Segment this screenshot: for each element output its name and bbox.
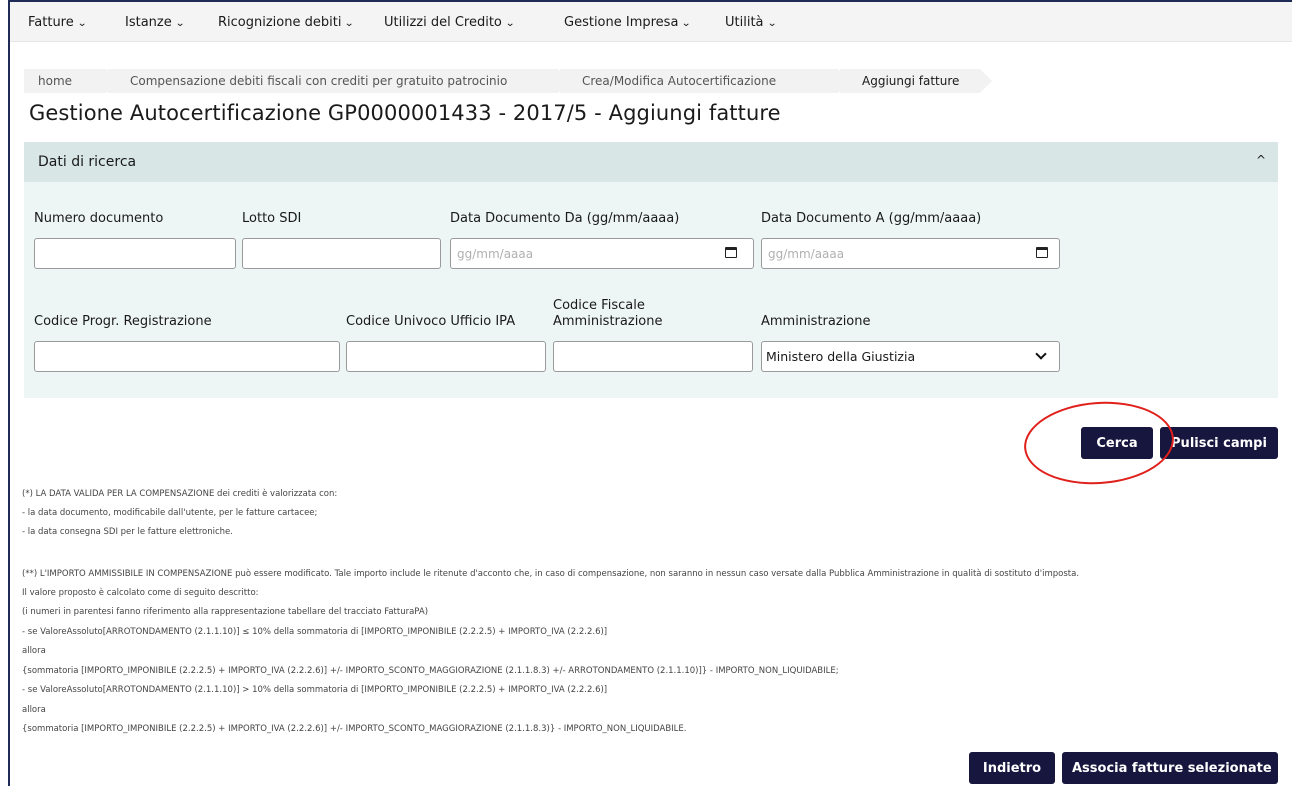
chevron-down-icon: ⌄: [766, 18, 777, 29]
codice-progr-registrazione-label: Codice Progr. Registrazione: [34, 314, 212, 329]
chevron-down-icon: ⌄: [344, 18, 355, 29]
codice-fiscale-label-line1: Codice Fiscale: [553, 298, 645, 313]
data-documento-a-label: Data Documento A (gg/mm/aaaa): [761, 211, 982, 226]
note-line: Il valore proposto è calcolato come di s…: [22, 588, 259, 598]
search-panel-header[interactable]: Dati di ricerca ^: [24, 142, 1278, 182]
menu-ricognizione-debiti[interactable]: Ricognizione debiti ⌄: [218, 15, 355, 30]
menu-label: Istanze: [125, 15, 172, 30]
calendar-icon[interactable]: [1036, 247, 1048, 258]
note-line: - se ValoreAssoluto[ARROTONDAMENTO (2.1.…: [22, 627, 608, 637]
menu-utilita[interactable]: Utilità ⌄: [725, 15, 777, 30]
note-line: allora: [22, 646, 46, 656]
note-line: {sommatoria [IMPORTO_IMPONIBILE (2.2.2.5…: [22, 724, 687, 734]
chevron-up-icon[interactable]: ^: [1256, 153, 1266, 167]
chevron-down-icon: ⌄: [505, 18, 516, 29]
menu-label: Utilità: [725, 15, 764, 30]
numero-documento-input[interactable]: [34, 238, 236, 269]
note-line: (i numeri in parentesi fanno riferimento…: [22, 607, 429, 617]
data-documento-da-input[interactable]: [450, 238, 754, 269]
data-documento-da-label: Data Documento Da (gg/mm/aaaa): [450, 211, 680, 226]
codice-fiscale-label-line2: Amministrazione: [553, 314, 663, 329]
menu-label: Gestione Impresa: [564, 15, 679, 30]
cerca-button[interactable]: Cerca: [1081, 427, 1153, 459]
menu-utilizzi-credito[interactable]: Utilizzi del Credito ⌄: [384, 15, 516, 30]
data-documento-a-input[interactable]: [761, 238, 1060, 269]
associa-fatture-button[interactable]: Associa fatture selezionate: [1062, 752, 1278, 784]
pulisci-campi-button[interactable]: Pulisci campi: [1160, 427, 1278, 459]
calendar-icon[interactable]: [725, 247, 737, 258]
note-line: {sommatoria [IMPORTO_IMPONIBILE (2.2.2.5…: [22, 666, 839, 676]
breadcrumb-compensazione[interactable]: Compensazione debiti fiscali con crediti…: [106, 69, 570, 93]
codice-progr-registrazione-input[interactable]: [34, 341, 340, 372]
menu-label: Fatture: [28, 15, 74, 30]
numero-documento-label: Numero documento: [34, 211, 164, 226]
chevron-down-icon: ⌄: [681, 18, 692, 29]
note-line: - la data documento, modificabile dall'u…: [22, 508, 318, 518]
menu-gestione-impresa[interactable]: Gestione Impresa ⌄: [564, 15, 692, 30]
chevron-down-icon: ⌄: [76, 18, 87, 29]
lotto-sdi-input[interactable]: [242, 238, 441, 269]
amministrazione-label: Amministrazione: [761, 314, 871, 329]
breadcrumb-home[interactable]: home: [24, 69, 118, 93]
breadcrumb-crea-modifica[interactable]: Crea/Modifica Autocertificazione: [558, 69, 850, 93]
note-line: allora: [22, 705, 46, 715]
amministrazione-select[interactable]: Ministero della Giustizia: [761, 341, 1060, 372]
note-line: - la data consegna SDI per le fatture el…: [22, 527, 233, 537]
chevron-down-icon: ⌄: [174, 18, 185, 29]
chevron-down-icon: [1035, 348, 1047, 360]
note-line: (**) L'IMPORTO AMMISSIBILE IN COMPENSAZI…: [22, 569, 1080, 579]
menu-fatture[interactable]: Fatture ⌄: [28, 15, 87, 30]
breadcrumb-aggiungi-fatture: Aggiungi fatture: [838, 69, 992, 93]
codice-univoco-ipa-label: Codice Univoco Ufficio IPA: [346, 314, 516, 329]
menu-istanze[interactable]: Istanze ⌄: [125, 15, 185, 30]
lotto-sdi-label: Lotto SDI: [242, 211, 302, 226]
codice-fiscale-amministrazione-label: Codice Fiscale Amministrazione: [553, 298, 663, 330]
note-line: (*) LA DATA VALIDA PER LA COMPENSAZIONE …: [22, 489, 338, 499]
note-line: - se ValoreAssoluto[ARROTONDAMENTO (2.1.…: [22, 685, 608, 695]
codice-fiscale-amministrazione-input[interactable]: [553, 341, 753, 372]
main-menu-bar: Fatture ⌄ Istanze ⌄ Ricognizione debiti ⌄ U…: [10, 2, 1292, 42]
indietro-button[interactable]: Indietro: [969, 752, 1055, 784]
search-panel: Dati di ricerca ^ Numero documento Lotto…: [24, 142, 1278, 398]
menu-label: Ricognizione debiti: [218, 15, 342, 30]
menu-label: Utilizzi del Credito: [384, 15, 502, 30]
amministrazione-selected-value: Ministero della Giustizia: [766, 349, 916, 364]
codice-univoco-ipa-input[interactable]: [346, 341, 546, 372]
search-panel-title: Dati di ricerca: [38, 154, 137, 170]
page-title: Gestione Autocertificazione GP0000001433…: [29, 101, 781, 125]
